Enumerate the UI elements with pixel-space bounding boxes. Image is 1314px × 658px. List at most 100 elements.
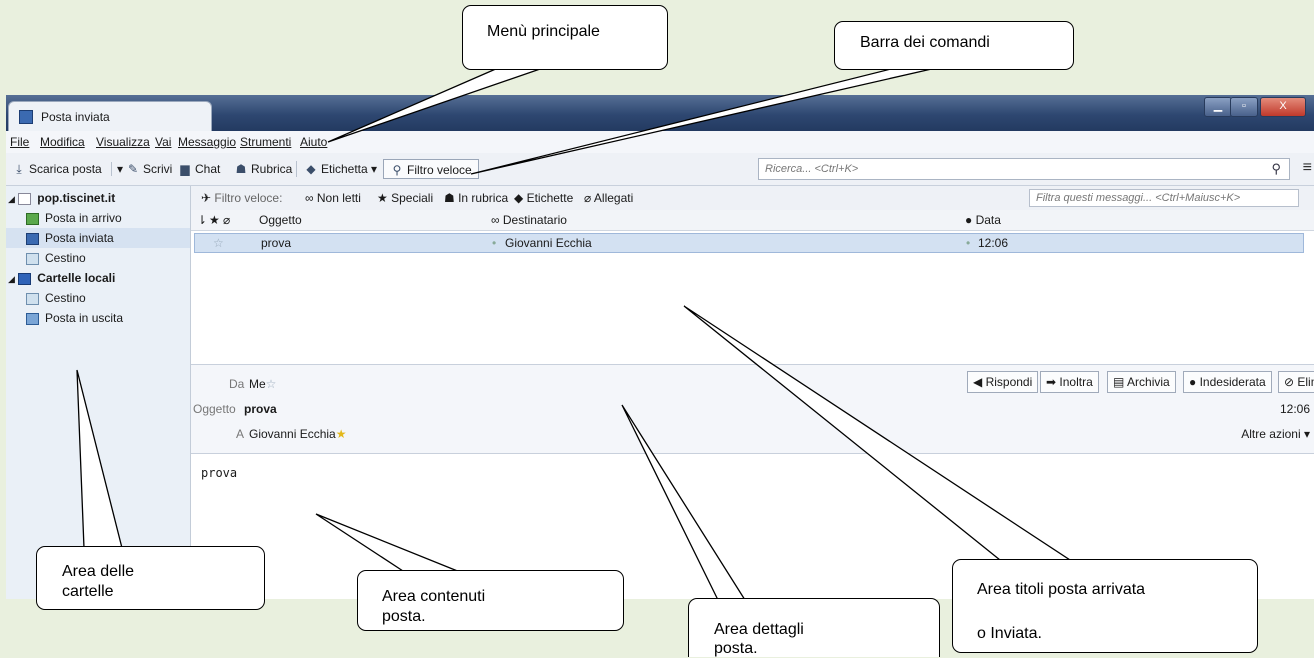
menu-strumenti[interactable]: Strumenti	[240, 135, 291, 149]
download-icon: ⤓	[16, 162, 22, 176]
minimize-button[interactable]: ▁	[1204, 97, 1232, 117]
outbox-icon	[26, 312, 39, 325]
quick-filter-bar: ✈ Filtro veloce: ∞ Non letti ★ Speciali …	[191, 186, 1314, 211]
folder-trash[interactable]: Cestino	[6, 248, 86, 268]
to-label: A	[236, 427, 245, 441]
to-value[interactable]: Giovanni Ecchia★	[249, 427, 346, 441]
global-search-input[interactable]: Ricerca... <Ctrl+K> ⚲	[758, 158, 1290, 180]
filter-messages-input[interactable]: Filtra questi messaggi... <Ctrl+Maiusc+K…	[1029, 189, 1299, 207]
archive-button[interactable]: ▤ Archivia	[1107, 371, 1176, 393]
trash-icon	[26, 292, 39, 305]
search-icon: ⚲	[1271, 161, 1281, 176]
write-button[interactable]: ✎ Scrivi	[126, 159, 172, 179]
column-date[interactable]: ● Data	[965, 213, 1001, 227]
menu-messaggio[interactable]: Messaggio	[178, 135, 236, 149]
thread-column-icon[interactable]: ⇂	[197, 213, 207, 227]
tab-title: Posta inviata	[41, 110, 110, 124]
get-mail-button[interactable]: ⤓ Scarica posta ▾	[12, 159, 124, 179]
magnifier-icon: ⚲	[392, 163, 402, 177]
account-pop[interactable]: ◢ pop.tiscinet.it	[8, 188, 115, 208]
reply-button[interactable]: ◀ Rispondi	[967, 371, 1039, 393]
filter-unread[interactable]: ∞ Non letti	[305, 191, 361, 205]
table-row[interactable]: ☆ prova • Giovanni Ecchia • 12:06	[194, 233, 1304, 253]
row-subject: prova	[261, 236, 292, 250]
menu-vai[interactable]: Vai	[155, 135, 171, 149]
contact-icon: ☗	[444, 191, 459, 205]
menu-bar: File Modifica Visualizza Vai Messaggio S…	[6, 131, 1314, 154]
delete-icon: ⊘	[1284, 375, 1298, 389]
chevron-down-icon: ▾	[367, 162, 378, 176]
tab-posta-inviata[interactable]: Posta inviata	[8, 101, 212, 131]
pin-icon: ✈	[201, 191, 215, 205]
chevron-down-icon[interactable]: ▾	[111, 162, 124, 176]
star-icon[interactable]: ★	[336, 427, 347, 441]
menu-visualizza[interactable]: Visualizza	[96, 135, 150, 149]
close-button[interactable]: X	[1260, 97, 1306, 117]
callout-details-area: Area dettagli posta.	[688, 598, 940, 657]
filter-starred[interactable]: ★ Speciali	[377, 191, 433, 205]
envelope-icon	[18, 192, 32, 205]
account-local-folders[interactable]: ◢ Cartelle locali	[8, 268, 115, 288]
addressbook-button[interactable]: ☗ Rubrica	[234, 159, 293, 179]
filter-attachments[interactable]: ⌀ Allegati	[584, 191, 633, 205]
paperclip-icon: ⌀	[584, 191, 594, 205]
contacts-icon: ☗	[235, 162, 247, 176]
tag-button[interactable]: ◆ Etichetta ▾	[304, 159, 377, 179]
column-subject[interactable]: Oggetto	[259, 213, 302, 227]
sent-folder-icon	[19, 110, 33, 124]
computer-icon	[18, 272, 32, 285]
callout-content-area: Area contenuti posta.	[357, 570, 624, 631]
sent-folder-icon	[26, 232, 39, 245]
message-header: Da Me☆ Oggetto prova A Giovanni Ecchia★ …	[191, 365, 1314, 454]
expand-triangle-icon: ◢	[8, 274, 15, 284]
archive-icon: ▤	[1113, 375, 1128, 389]
flame-icon: ●	[1189, 375, 1200, 389]
star-icon[interactable]: ☆	[213, 236, 224, 250]
header-time: 12:06	[1279, 402, 1310, 416]
subject-label: Oggetto	[193, 402, 236, 416]
thunderbird-window: Posta inviata ▁ ▫ X File Modifica Visual…	[6, 95, 1314, 599]
quick-filter-pin[interactable]: ✈ Filtro veloce:	[201, 191, 282, 205]
title-bar: Posta inviata ▁ ▫ X	[6, 95, 1314, 131]
maximize-button[interactable]: ▫	[1230, 97, 1258, 117]
callout-command-bar: Barra dei comandi	[834, 21, 1074, 70]
callout-main-menu: Menù principale	[462, 5, 668, 70]
forward-button[interactable]: ➡ Inoltra	[1040, 371, 1099, 393]
trash-icon	[26, 252, 39, 265]
dot-icon: •	[492, 236, 497, 250]
more-actions-button[interactable]: Altre azioni ▾	[1241, 427, 1310, 441]
star-column-icon[interactable]: ★	[209, 213, 220, 227]
attachment-column-icon[interactable]: ⌀	[223, 213, 230, 227]
junk-button[interactable]: ● Indesiderata	[1183, 371, 1272, 393]
menu-modifica[interactable]: Modifica	[40, 135, 85, 149]
folder-pane: ◢ pop.tiscinet.it Posta in arrivo Posta …	[6, 186, 191, 599]
delete-button[interactable]: ⊘ Elimina	[1278, 371, 1314, 393]
callout-folders-area: Area delle cartelle	[36, 546, 265, 610]
folder-outbox[interactable]: Posta in uscita	[6, 308, 123, 328]
message-list-header: ⇂ ★ ⌀ Oggetto ∞ Destinatario ● Data	[191, 210, 1314, 231]
menu-aiuto[interactable]: Aiuto	[300, 135, 327, 149]
filter-tags[interactable]: ◆ Etichette	[514, 191, 573, 205]
reply-icon: ◀	[973, 375, 986, 389]
toolbar-separator	[296, 161, 297, 177]
star-icon[interactable]: ☆	[266, 377, 277, 391]
chat-icon: ▆	[180, 162, 190, 176]
expand-triangle-icon: ◢	[8, 194, 15, 204]
tag-icon: ◆	[306, 162, 316, 176]
callout-titles-area: Area titoli posta arrivata o Inviata.	[952, 559, 1258, 653]
quick-filter-button[interactable]: ⚲ Filtro veloce	[383, 159, 479, 179]
folder-sent[interactable]: Posta inviata	[6, 228, 190, 248]
menu-file[interactable]: File	[10, 135, 29, 149]
dot-icon: •	[966, 236, 971, 250]
glasses-icon: ∞	[491, 213, 503, 227]
folder-inbox[interactable]: Posta in arrivo	[6, 208, 122, 228]
chat-button[interactable]: ▆ Chat	[178, 159, 220, 179]
tag-icon: ◆	[514, 191, 527, 205]
folder-local-trash[interactable]: Cestino	[6, 288, 86, 308]
command-toolbar: ⤓ Scarica posta ▾ ✎ Scrivi ▆ Chat ☗ Rubrica …	[6, 153, 1314, 186]
filter-contact[interactable]: ☗ In rubrica	[444, 191, 508, 205]
app-menu-icon[interactable]: ≡	[1303, 159, 1312, 177]
column-recipient[interactable]: ∞ Destinatario	[491, 213, 567, 227]
body-text: prova	[201, 466, 238, 480]
from-value[interactable]: Me☆	[249, 377, 276, 391]
